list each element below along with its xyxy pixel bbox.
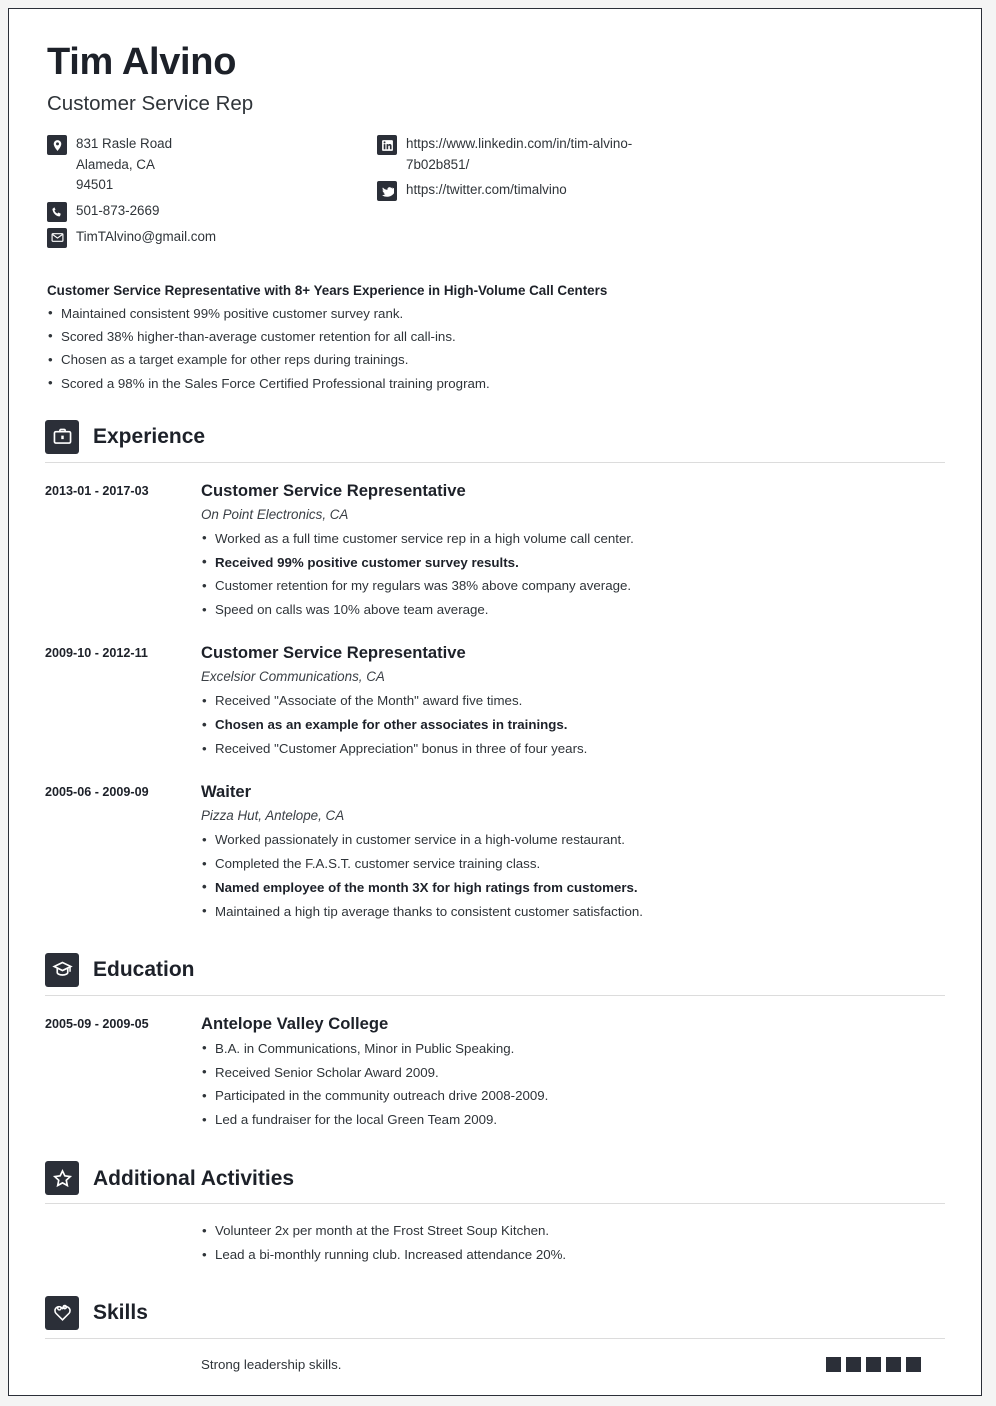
section-header: Experience bbox=[45, 419, 945, 463]
section-header: Additional Activities bbox=[45, 1161, 945, 1205]
list-item: Maintained consistent 99% positive custo… bbox=[47, 304, 945, 324]
linkedin-icon bbox=[377, 135, 397, 156]
list-item: B.A. in Communications, Minor in Public … bbox=[201, 1039, 945, 1059]
twitter-url: https://twitter.com/timalvino bbox=[406, 182, 567, 198]
briefcase-icon bbox=[45, 419, 79, 454]
list-item: Led a fundraiser for the local Green Tea… bbox=[201, 1111, 945, 1130]
list-item: Volunteer 2x per month at the Frost Stre… bbox=[201, 1222, 945, 1241]
graduation-cap-icon bbox=[45, 952, 79, 987]
list-item: Completed the F.A.S.T. customer service … bbox=[201, 855, 945, 874]
entry-date-spacer bbox=[45, 1222, 201, 1270]
list-item: Chosen as an example for other associate… bbox=[201, 716, 945, 735]
list-item: Worked passionately in customer service … bbox=[201, 831, 945, 850]
map-pin-icon bbox=[47, 135, 67, 156]
phone-icon bbox=[47, 201, 67, 222]
summary-headline: Customer Service Representative with 8+ … bbox=[47, 282, 608, 298]
skill-row: Strong leadership skills. bbox=[45, 1356, 945, 1372]
address-line-1: 831 Rasle Road bbox=[76, 136, 173, 152]
contact-email[interactable]: TimTAlvino@gmail.com bbox=[47, 227, 377, 248]
envelope-icon bbox=[47, 227, 67, 248]
section-experience: Experience 2013-01 - 2017-03 Customer Se… bbox=[45, 419, 945, 927]
entry-date: 2005-06 - 2009-09 bbox=[45, 785, 149, 799]
contact-column-right: https://www.linkedin.com/in/tim-alvino-7… bbox=[377, 134, 707, 206]
section-header: Skills bbox=[45, 1295, 945, 1339]
entry-bullet-list: Volunteer 2x per month at the Frost Stre… bbox=[201, 1222, 945, 1265]
twitter-icon bbox=[377, 181, 397, 202]
skill-label: Strong leadership skills. bbox=[201, 1356, 342, 1372]
contact-block: 831 Rasle Road Alameda, CA 94501 501-873… bbox=[47, 134, 945, 252]
experience-entry: 2005-06 - 2009-09 Waiter Pizza Hut, Ante… bbox=[45, 782, 945, 927]
linkedin-url: https://www.linkedin.com/in/tim-alvino-7… bbox=[406, 136, 633, 172]
contact-address: 831 Rasle Road Alameda, CA 94501 bbox=[47, 134, 377, 195]
skill-heart-icon bbox=[45, 1295, 79, 1330]
entry-bullet-list: Received "Associate of the Month" award … bbox=[201, 692, 945, 759]
entry-bullet-list: Worked passionately in customer service … bbox=[201, 831, 945, 922]
entry-date: 2009-10 - 2012-11 bbox=[45, 646, 148, 661]
entry-bullet-list: B.A. in Communications, Minor in Public … bbox=[201, 1039, 945, 1131]
list-item: Received 99% positive customer survey re… bbox=[201, 553, 945, 573]
list-item: Maintained a high tip average thanks to … bbox=[201, 902, 945, 922]
experience-entry: 2009-10 - 2012-11 Customer Service Repre… bbox=[45, 643, 945, 764]
experience-entry: 2013-01 - 2017-03 Customer Service Repre… bbox=[45, 481, 945, 626]
rating-square bbox=[906, 1356, 921, 1372]
list-item: Participated in the community outreach d… bbox=[201, 1087, 945, 1106]
entry-subtitle: On Point Electronics, CA bbox=[201, 506, 349, 522]
skill-rating bbox=[826, 1356, 945, 1372]
page-title: Tim Alvino bbox=[47, 41, 237, 83]
rating-square bbox=[886, 1356, 901, 1372]
entry-title: Customer Service Representative bbox=[201, 643, 466, 663]
list-item: Worked as a full time customer service r… bbox=[201, 529, 945, 549]
list-item: Received "Associate of the Month" award … bbox=[201, 692, 945, 711]
phone-number: 501-873-2669 bbox=[76, 202, 160, 218]
screenshot-canvas: Tim Alvino Customer Service Rep 831 Rasl… bbox=[0, 0, 996, 1406]
section-title: Additional Activities bbox=[93, 1166, 295, 1190]
list-item: Lead a bi-monthly running club. Increase… bbox=[201, 1246, 945, 1265]
address-line-3: 94501 bbox=[76, 177, 114, 193]
entry-subtitle: Pizza Hut, Antelope, CA bbox=[201, 808, 345, 824]
section-title: Education bbox=[93, 958, 195, 982]
list-item: Customer retention for my regulars was 3… bbox=[201, 577, 945, 596]
list-item: Scored a 98% in the Sales Force Certifie… bbox=[47, 374, 945, 394]
summary-section: Customer Service Representative with 8+ … bbox=[47, 283, 945, 394]
section-education: Education 2005-09 - 2009-05 Antelope Val… bbox=[45, 952, 945, 1136]
list-item: Scored 38% higher-than-average customer … bbox=[47, 327, 945, 347]
rating-square bbox=[826, 1356, 841, 1372]
section-title: Experience bbox=[93, 425, 206, 449]
contact-linkedin[interactable]: https://www.linkedin.com/in/tim-alvino-7… bbox=[377, 134, 707, 175]
list-item: Chosen as a target example for other rep… bbox=[47, 351, 945, 370]
list-item: Named employee of the month 3X for high … bbox=[201, 878, 945, 898]
entry-title: Waiter bbox=[201, 782, 252, 801]
entry-date: 2005-09 - 2009-05 bbox=[45, 1016, 149, 1031]
summary-bullet-list: Maintained consistent 99% positive custo… bbox=[47, 304, 945, 394]
list-item: Received Senior Scholar Award 2009. bbox=[201, 1063, 945, 1083]
section-skills: Skills Strong leadership skills. bbox=[45, 1295, 945, 1372]
email-address: TimTAlvino@gmail.com bbox=[76, 228, 217, 244]
activities-entry: Volunteer 2x per month at the Frost Stre… bbox=[45, 1222, 945, 1270]
education-entry: 2005-09 - 2009-05 Antelope Valley Colleg… bbox=[45, 1014, 945, 1136]
entry-subtitle: Excelsior Communications, CA bbox=[201, 669, 385, 685]
rating-square bbox=[846, 1356, 861, 1372]
star-icon bbox=[45, 1161, 79, 1196]
section-header: Education bbox=[45, 952, 945, 996]
rating-square bbox=[866, 1356, 881, 1372]
entry-title: Antelope Valley College bbox=[201, 1013, 389, 1033]
contact-twitter[interactable]: https://twitter.com/timalvino bbox=[377, 180, 707, 202]
contact-column-left: 831 Rasle Road Alameda, CA 94501 501-873… bbox=[47, 134, 377, 252]
entry-title: Customer Service Representative bbox=[201, 480, 466, 500]
contact-phone[interactable]: 501-873-2669 bbox=[47, 201, 377, 222]
entry-bullet-list: Worked as a full time customer service r… bbox=[201, 529, 945, 621]
entry-date: 2013-01 - 2017-03 bbox=[45, 483, 149, 498]
section-activities: Additional Activities Volunteer 2x per m… bbox=[45, 1161, 945, 1270]
section-title: Skills bbox=[93, 1301, 148, 1325]
resume-page: Tim Alvino Customer Service Rep 831 Rasl… bbox=[8, 8, 982, 1396]
list-item: Received "Customer Appreciation" bonus i… bbox=[201, 740, 945, 759]
list-item: Speed on calls was 10% above team averag… bbox=[201, 601, 945, 620]
address-line-2: Alameda, CA bbox=[76, 156, 155, 172]
job-title: Customer Service Rep bbox=[47, 91, 254, 115]
